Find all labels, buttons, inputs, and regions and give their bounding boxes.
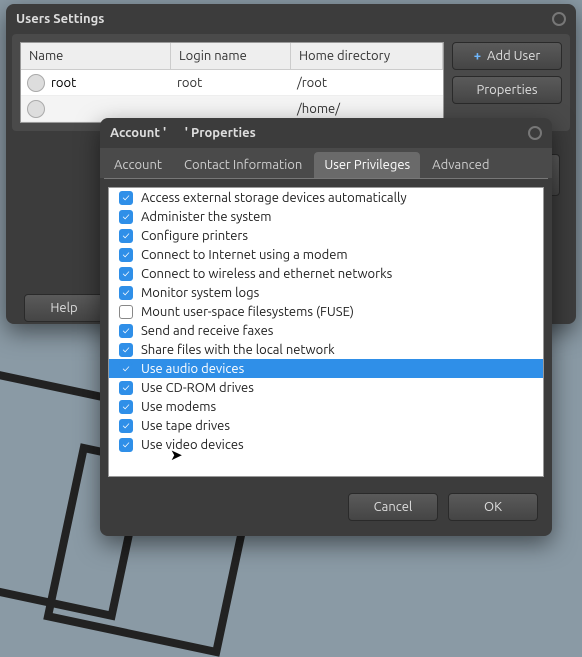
col-home[interactable]: Home directory: [291, 43, 443, 69]
dialog-tabs: Account Contact Information User Privile…: [100, 148, 552, 178]
close-icon[interactable]: [552, 12, 566, 26]
checkbox[interactable]: [119, 438, 133, 452]
dialog-title: Account ' ' Properties: [110, 126, 256, 140]
checkbox[interactable]: [119, 305, 133, 319]
privilege-row[interactable]: Use audio devices: [109, 359, 543, 378]
ok-button[interactable]: OK: [448, 493, 538, 521]
users-title: Users Settings: [16, 12, 104, 26]
privilege-row[interactable]: Connect to Internet using a modem: [109, 245, 543, 264]
privilege-label: Use tape drives: [141, 419, 230, 433]
checkbox[interactable]: [119, 343, 133, 357]
privilege-row[interactable]: Use tape drives: [109, 416, 543, 435]
privilege-row[interactable]: Access external storage devices automati…: [109, 188, 543, 207]
privilege-row[interactable]: Share files with the local network: [109, 340, 543, 359]
avatar-icon: [27, 74, 45, 92]
privilege-label: Use CD-ROM drives: [141, 381, 254, 395]
privilege-label: Use video devices: [141, 438, 244, 452]
privilege-row[interactable]: Connect to wireless and ethernet network…: [109, 264, 543, 283]
account-properties-dialog: Account ' ' Properties Account Contact I…: [100, 118, 552, 536]
tab-account[interactable]: Account: [104, 152, 172, 178]
privilege-label: Connect to wireless and ethernet network…: [141, 267, 392, 281]
privilege-label: Administer the system: [141, 210, 272, 224]
users-titlebar: Users Settings: [6, 4, 576, 34]
checkbox[interactable]: [119, 400, 133, 414]
privilege-row[interactable]: Send and receive faxes: [109, 321, 543, 340]
tab-contact-information[interactable]: Contact Information: [174, 152, 312, 178]
checkbox[interactable]: [119, 381, 133, 395]
col-name[interactable]: Name: [21, 43, 171, 69]
checkbox[interactable]: [119, 286, 133, 300]
help-button[interactable]: Help: [24, 294, 104, 322]
privilege-row[interactable]: Administer the system: [109, 207, 543, 226]
tab-user-privileges[interactable]: User Privileges: [314, 152, 420, 178]
privilege-label: Configure printers: [141, 229, 248, 243]
privilege-label: Use audio devices: [141, 362, 244, 376]
checkbox[interactable]: [119, 210, 133, 224]
users-table: Name Login name Home directory root root…: [20, 42, 444, 123]
privilege-label: Connect to Internet using a modem: [141, 248, 348, 262]
privilege-row[interactable]: Mount user-space filesystems (FUSE): [109, 302, 543, 321]
checkbox[interactable]: [119, 419, 133, 433]
tab-advanced[interactable]: Advanced: [422, 152, 499, 178]
col-login[interactable]: Login name: [171, 43, 291, 69]
privilege-row[interactable]: Monitor system logs: [109, 283, 543, 302]
checkbox[interactable]: [119, 267, 133, 281]
checkbox[interactable]: [119, 324, 133, 338]
privilege-label: Use modems: [141, 400, 216, 414]
close-icon[interactable]: [528, 126, 542, 140]
cancel-button[interactable]: Cancel: [348, 493, 438, 521]
privilege-row[interactable]: Use video devices: [109, 435, 543, 454]
avatar-icon: [27, 100, 45, 118]
privilege-label: Send and receive faxes: [141, 324, 273, 338]
privilege-label: Share files with the local network: [141, 343, 335, 357]
privileges-list: Access external storage devices automati…: [108, 187, 544, 477]
add-user-button[interactable]: + Add User: [452, 42, 562, 70]
privilege-label: Monitor system logs: [141, 286, 259, 300]
dialog-titlebar: Account ' ' Properties: [100, 118, 552, 148]
table-row[interactable]: root root /root: [21, 70, 443, 96]
privilege-label: Access external storage devices automati…: [141, 191, 407, 205]
checkbox[interactable]: [119, 362, 133, 376]
plus-icon: +: [474, 49, 481, 63]
checkbox[interactable]: [119, 191, 133, 205]
privilege-label: Mount user-space filesystems (FUSE): [141, 305, 354, 319]
privilege-row[interactable]: Configure printers: [109, 226, 543, 245]
properties-button[interactable]: Properties: [452, 76, 562, 104]
checkbox[interactable]: [119, 229, 133, 243]
privilege-row[interactable]: Use modems: [109, 397, 543, 416]
privilege-row[interactable]: Use CD-ROM drives: [109, 378, 543, 397]
users-table-header: Name Login name Home directory: [21, 43, 443, 70]
checkbox[interactable]: [119, 248, 133, 262]
